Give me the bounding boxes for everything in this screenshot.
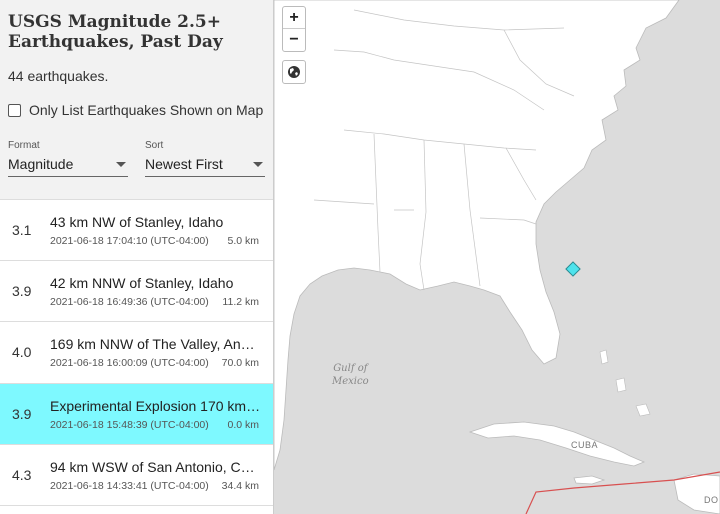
timestamp: 2021-06-18 14:33:41 (UTC-04:00) [50, 479, 209, 492]
earthquake-item[interactable]: 4.3 94 km WSW of San Antonio, Chile 2021… [0, 444, 273, 506]
place: 94 km WSW of San Antonio, Chile [50, 458, 262, 475]
earthquake-marker [565, 261, 581, 277]
timestamp: 2021-06-18 16:00:09 (UTC-04:00) [50, 357, 209, 370]
map-filter-label: Only List Earthquakes Shown on Map [29, 102, 264, 118]
land-hispaniola [673, 473, 720, 514]
map[interactable]: Gulf of Mexico CUBA DO [274, 0, 720, 514]
chevron-down-icon [253, 161, 263, 167]
globe-icon [288, 66, 300, 78]
earthquake-item[interactable]: 3.1 43 km NW of Stanley, Idaho 2021-06-1… [0, 200, 273, 262]
place: Experimental Explosion 170 km … [50, 397, 262, 414]
depth: 0.0 km [227, 418, 259, 431]
page-title: USGS Magnitude 2.5+ Earthquakes, Past Da… [8, 12, 223, 52]
place: 169 km NNW of The Valley, Ang… [50, 336, 262, 353]
format-select[interactable]: Format Magnitude [8, 140, 128, 177]
zoom-out-button[interactable]: − [283, 29, 305, 51]
format-label: Format [8, 140, 40, 151]
place: 42 km NNW of Stanley, Idaho [50, 275, 234, 292]
layers-button[interactable] [282, 60, 306, 84]
timestamp: 2021-06-18 17:04:10 (UTC-04:00) [50, 235, 209, 247]
depth: 5.0 km [227, 235, 259, 247]
land-bahamas [599, 349, 651, 417]
magnitude: 3.9 [12, 405, 32, 422]
earthquake-item[interactable]: 3.9 Experimental Explosion 170 km … 2021… [0, 383, 273, 445]
earthquake-item[interactable]: 3.9 42 km NNW of Stanley, Idaho 2021-06-… [0, 261, 273, 323]
format-value: Magnitude [8, 156, 74, 172]
map-filter-checkbox-row[interactable]: Only List Earthquakes Shown on Map [8, 102, 265, 118]
zoom-in-button[interactable]: + [283, 7, 305, 29]
chevron-down-icon [116, 161, 126, 167]
place: 43 km NW of Stanley, Idaho [50, 214, 224, 230]
depth: 11.2 km [222, 296, 259, 309]
depth: 34.4 km [221, 479, 259, 492]
map-label-cuba: CUBA [571, 440, 599, 450]
sidebar-header: USGS Magnitude 2.5+ Earthquakes, Past Da… [0, 0, 273, 200]
earthquake-count: 44 earthquakes. [8, 68, 109, 84]
earthquake-list: 3.1 43 km NW of Stanley, Idaho 2021-06-1… [0, 200, 273, 506]
earthquake-item[interactable]: 4.0 169 km NNW of The Valley, Ang… 2021-… [0, 322, 273, 384]
map-filter-checkbox[interactable] [8, 103, 21, 117]
magnitude: 3.9 [12, 283, 32, 300]
zoom-control: + − [282, 6, 306, 52]
sidebar: USGS Magnitude 2.5+ Earthquakes, Past Da… [0, 0, 274, 514]
magnitude: 3.1 [12, 222, 32, 238]
land-north-america [274, 0, 680, 471]
map-label-dom: DO [704, 495, 719, 505]
timestamp: 2021-06-18 15:48:39 (UTC-04:00) [50, 418, 209, 431]
magnitude: 4.3 [12, 466, 32, 483]
sort-value: Newest First [145, 156, 223, 172]
sort-label: Sort [145, 140, 164, 151]
map-canvas[interactable] [274, 0, 720, 514]
land-cuba [468, 421, 646, 467]
sort-select[interactable]: Sort Newest First [145, 140, 265, 177]
timestamp: 2021-06-18 16:49:36 (UTC-04:00) [50, 296, 209, 309]
land-jamaica [573, 475, 606, 485]
depth: 70.0 km [221, 357, 259, 370]
map-label-gulf: Gulf of Mexico [332, 363, 369, 387]
magnitude: 4.0 [12, 344, 32, 361]
